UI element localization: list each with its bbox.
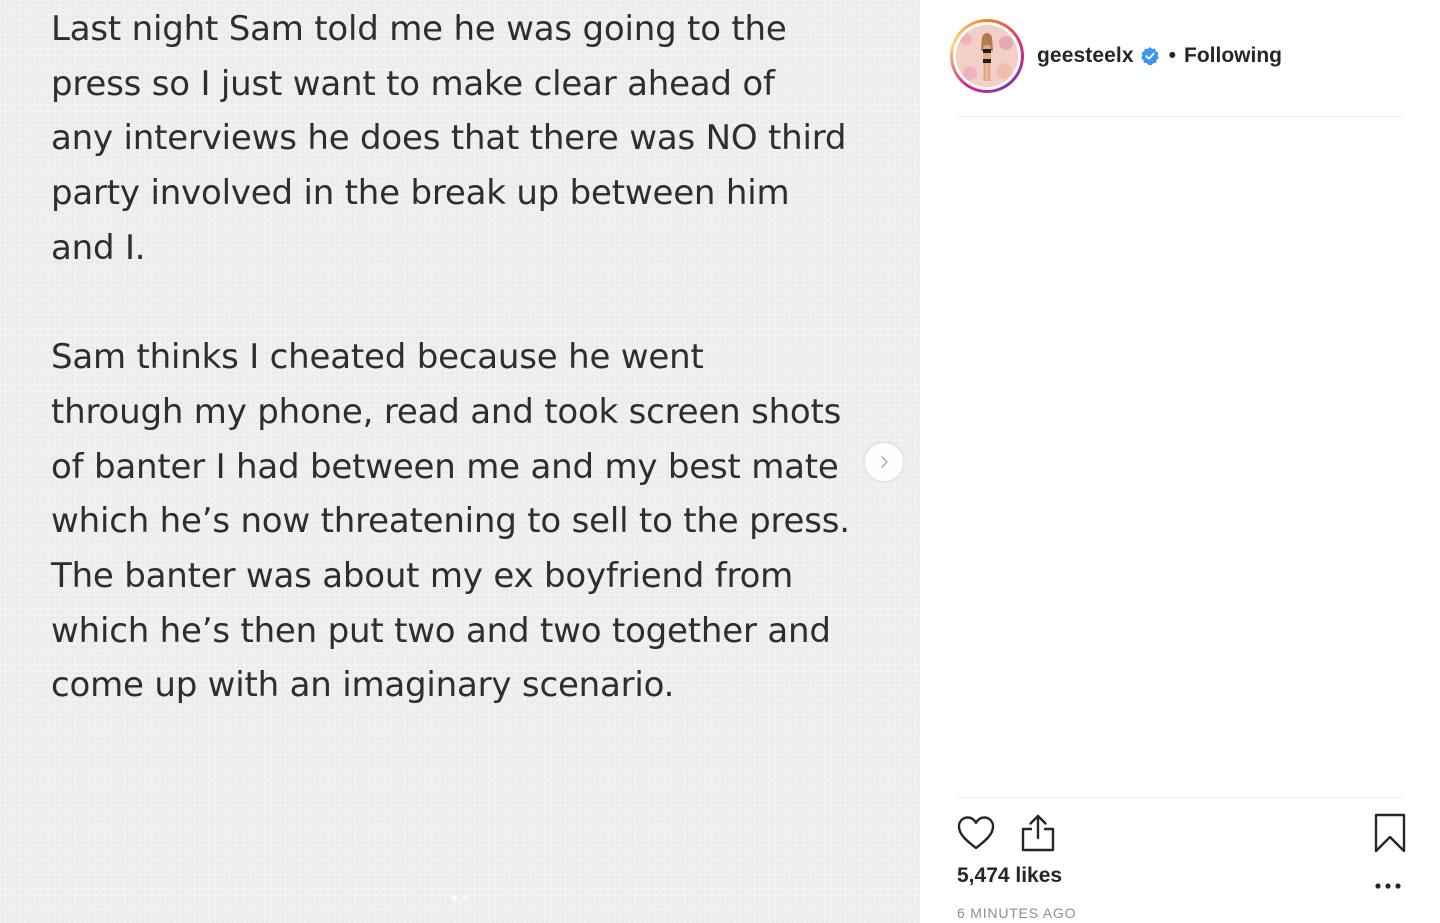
post-header: geesteelx • Following xyxy=(950,17,1282,95)
verified-badge-icon xyxy=(1140,47,1159,66)
post-paragraph-2: Sam thinks I cheated because he went thr… xyxy=(51,330,881,713)
action-bar xyxy=(955,812,1406,856)
post-text-line: press so I just want to make clear ahead… xyxy=(51,63,775,104)
bookmark-icon xyxy=(1374,813,1406,853)
heart-outline-icon xyxy=(957,816,995,850)
username-link[interactable]: geesteelx xyxy=(1037,44,1134,68)
post-text-line: come up with an imaginary scenario. xyxy=(51,665,675,706)
post-paragraph-1: Last night Sam told me he was going to t… xyxy=(51,2,881,276)
actions-divider xyxy=(957,797,1403,798)
post-timestamp: 6 MINUTES AGO xyxy=(957,905,1077,921)
post-text-line: which he’s now threatening to sell to th… xyxy=(51,501,850,542)
post-text-line: Sam thinks I cheated because he went xyxy=(51,337,704,378)
instagram-post-view: Last night Sam told me he was going to t… xyxy=(0,0,1440,923)
carousel-dot xyxy=(463,895,469,901)
carousel-indicator xyxy=(0,895,920,901)
post-text-line: party involved in the break up between h… xyxy=(51,173,790,214)
share-button[interactable] xyxy=(1017,812,1059,854)
post-text-line: any interviews he does that there was NO… xyxy=(51,118,847,159)
header-separator: • xyxy=(1168,44,1176,67)
like-button[interactable] xyxy=(955,812,997,854)
post-text-line: Last night Sam told me he was going to t… xyxy=(51,9,787,49)
post-text-line: of banter I had between me and my best m… xyxy=(51,446,839,487)
story-ring[interactable] xyxy=(950,19,1024,93)
following-button[interactable]: Following xyxy=(1184,44,1282,68)
post-text-image: Last night Sam told me he was going to t… xyxy=(51,2,881,713)
avatar xyxy=(956,25,1018,87)
more-options-button[interactable] xyxy=(1372,874,1404,898)
likes-count[interactable]: 5,474 likes xyxy=(957,864,1062,888)
post-sidebar: geesteelx • Following 5,474 likes 6 MINU… xyxy=(920,0,1440,923)
save-button[interactable] xyxy=(1369,812,1411,854)
chevron-right-icon xyxy=(881,456,888,468)
carousel-next-button[interactable] xyxy=(865,443,903,481)
carousel-dot-active xyxy=(451,895,457,901)
share-upload-icon xyxy=(1021,814,1055,852)
post-media[interactable]: Last night Sam told me he was going to t… xyxy=(0,0,920,923)
post-text-line: through my phone, read and took screen s… xyxy=(51,391,842,432)
post-text-line: which he’s then put two and two together… xyxy=(51,610,831,651)
post-text-line: The banter was about my ex boyfriend fro… xyxy=(51,556,794,597)
post-text-line: and I. xyxy=(51,227,146,268)
avatar-photo xyxy=(956,25,1018,87)
header-divider xyxy=(957,116,1403,117)
ellipsis-icon xyxy=(1375,883,1401,889)
